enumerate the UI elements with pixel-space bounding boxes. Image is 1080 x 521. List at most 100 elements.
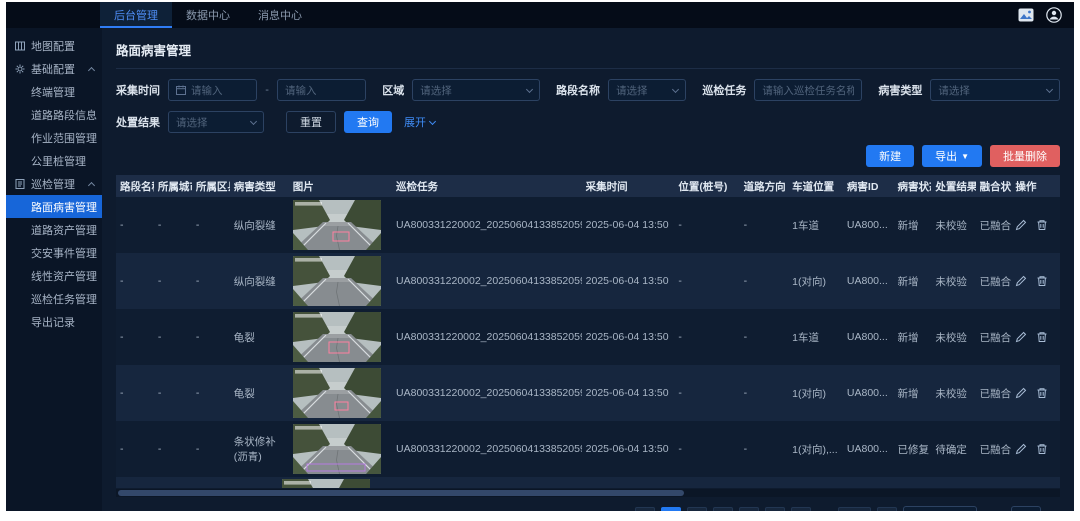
page-button-5[interactable]: 5 [765, 507, 785, 511]
scrollbar-thumb[interactable] [118, 490, 684, 496]
col-city: 所属城市 [154, 175, 192, 197]
sidebar-item-terminal-management[interactable]: 终端管理 [6, 80, 102, 103]
cell-disease-id: UA800... [843, 197, 894, 253]
table-row: - - - 龟裂 UA800331220002_2025060413385205… [116, 309, 1060, 365]
cell-task: UA800331220002_20250604133852059 [392, 365, 582, 421]
col-collect-time: 采集时间 [582, 175, 675, 197]
disposal-result-select[interactable]: 请选择 [168, 111, 264, 133]
delete-icon[interactable] [1036, 219, 1048, 231]
cell-image[interactable] [289, 253, 392, 309]
page-button-3[interactable]: 3 [713, 507, 733, 511]
goto-suffix: 页 [1047, 509, 1058, 511]
table-row: - - - 纵向裂缝 UA800331220002_20250604133852… [116, 197, 1060, 253]
app-window: 后台管理 数据中心 消息中心 地图配置 基础配置 终端管理 道路路段信息 [6, 2, 1074, 511]
search-button[interactable]: 查询 [344, 111, 392, 133]
region-select[interactable]: 请选择 [412, 79, 540, 101]
cell-county: - [192, 421, 230, 477]
col-stake-position: 位置(桩号) [674, 175, 739, 197]
cell-status: 新增 [893, 253, 931, 309]
tab-data-center[interactable]: 数据中心 [172, 2, 244, 28]
page-button-2[interactable]: 2 [687, 507, 707, 511]
reset-button[interactable]: 重置 [286, 111, 336, 133]
road-name-select[interactable]: 请选择 [608, 79, 686, 101]
page-button-1[interactable]: 1 [661, 507, 681, 511]
map-icon [15, 41, 26, 51]
page-button-6[interactable]: 6 [791, 507, 811, 511]
sidebar-item-road-asset-management[interactable]: 道路资产管理 [6, 218, 102, 241]
delete-icon[interactable] [1036, 331, 1048, 343]
sidebar-group-inspection-management[interactable]: 巡检管理 [6, 172, 102, 195]
user-icon[interactable] [1046, 7, 1062, 23]
edit-icon[interactable] [1015, 275, 1027, 287]
cell-stake: - [674, 421, 739, 477]
inspection-task-input[interactable]: 请输入巡检任务名称 [754, 79, 862, 101]
col-lane-position: 车道位置 [788, 175, 843, 197]
cell-direction: - [740, 253, 788, 309]
cell-task: UA800331220002_20250604133852059 [392, 421, 582, 477]
sidebar-item-work-scope-management[interactable]: 作业范围管理 [6, 126, 102, 149]
cell-direction: - [740, 421, 788, 477]
cell-disease-id: UA800... [843, 253, 894, 309]
sidebar-item-traffic-safety-event-management[interactable]: 交安事件管理 [6, 241, 102, 264]
tab-message-center[interactable]: 消息中心 [244, 2, 316, 28]
sidebar-item-road-section-info[interactable]: 道路路段信息 [6, 103, 102, 126]
disease-type-select[interactable]: 请选择 [930, 79, 1060, 101]
cell-direction: - [740, 365, 788, 421]
cell-image[interactable] [289, 309, 392, 365]
chevron-down-icon: ▼ [961, 152, 969, 161]
page-button-4[interactable]: 4 [739, 507, 759, 511]
page-button-last[interactable]: 1271 [838, 507, 871, 511]
cell-image[interactable] [289, 197, 392, 253]
date-end-input[interactable]: 请输入 [277, 79, 366, 101]
table-header-row: 路段名称 所属城市 所属区县 病害类型 图片 巡检任务 采集时间 位置(桩号) … [116, 175, 1060, 197]
delete-icon[interactable] [1036, 275, 1048, 287]
horizontal-scrollbar[interactable] [116, 489, 1060, 497]
sidebar-item-kilometer-stake-management[interactable]: 公里桩管理 [6, 149, 102, 172]
next-page-button[interactable]: > [877, 507, 897, 511]
edit-icon[interactable] [1015, 219, 1027, 231]
delete-icon[interactable] [1036, 387, 1048, 399]
cell-type: 纵向裂缝 [230, 253, 289, 309]
cell-image[interactable] [282, 479, 370, 488]
sidebar-item-map-config[interactable]: 地图配置 [6, 34, 102, 57]
edit-icon[interactable] [1015, 331, 1027, 343]
edit-icon[interactable] [1015, 443, 1027, 455]
cell-lane: 1车道 [788, 309, 843, 365]
cell-lane: 1车道 [788, 197, 843, 253]
page-size-select[interactable]: 10条/页 [903, 506, 977, 511]
sidebar-group-basic-config[interactable]: 基础配置 [6, 57, 102, 80]
chevron-down-icon [1046, 85, 1053, 92]
calendar-icon [176, 85, 186, 95]
road-placeholder: 请选择 [616, 83, 648, 98]
cell-status: 新增 [893, 197, 931, 253]
chevron-up-icon [88, 181, 95, 188]
tab-backend-management[interactable]: 后台管理 [100, 2, 172, 28]
edit-icon[interactable] [1015, 387, 1027, 399]
result-placeholder: 请选择 [176, 115, 208, 130]
sidebar-item-label: 公里桩管理 [31, 153, 86, 169]
batch-delete-button[interactable]: 批量删除 [990, 145, 1060, 167]
goto-page-input[interactable]: 1 [1011, 506, 1041, 511]
expand-link[interactable]: 展开 [404, 114, 435, 130]
total-count: 共 12706 条 [566, 509, 625, 511]
cell-result: 未校验 [931, 309, 975, 365]
cell-time: 2025-06-04 13:50 [582, 365, 675, 421]
prev-page-button[interactable]: < [635, 507, 655, 511]
cell-direction: - [740, 197, 788, 253]
cell-lane: 1(对向) [788, 253, 843, 309]
sidebar-item-linear-asset-management[interactable]: 线性资产管理 [6, 264, 102, 287]
cell-image[interactable] [289, 421, 392, 477]
col-county: 所属区县 [192, 175, 230, 197]
delete-icon[interactable] [1036, 443, 1048, 455]
sidebar-item-inspection-task-management[interactable]: 巡检任务管理 [6, 287, 102, 310]
table-row: - - - 龟裂 UA800331220002_2025060413385205… [116, 365, 1060, 421]
inspection-task-label: 巡检任务 [702, 82, 746, 98]
new-button[interactable]: 新建 [866, 145, 914, 167]
table-row: - - - 纵向裂缝 UA800331220002_20250604133852… [116, 253, 1060, 309]
export-button[interactable]: 导出 ▼ [922, 145, 982, 167]
cell-image[interactable] [289, 365, 392, 421]
sidebar-item-road-disease-management[interactable]: 路面病害管理 [6, 195, 102, 218]
date-start-input[interactable]: 请输入 [168, 79, 257, 101]
image-icon[interactable] [1018, 7, 1034, 23]
sidebar-item-export-records[interactable]: 导出记录 [6, 310, 102, 333]
